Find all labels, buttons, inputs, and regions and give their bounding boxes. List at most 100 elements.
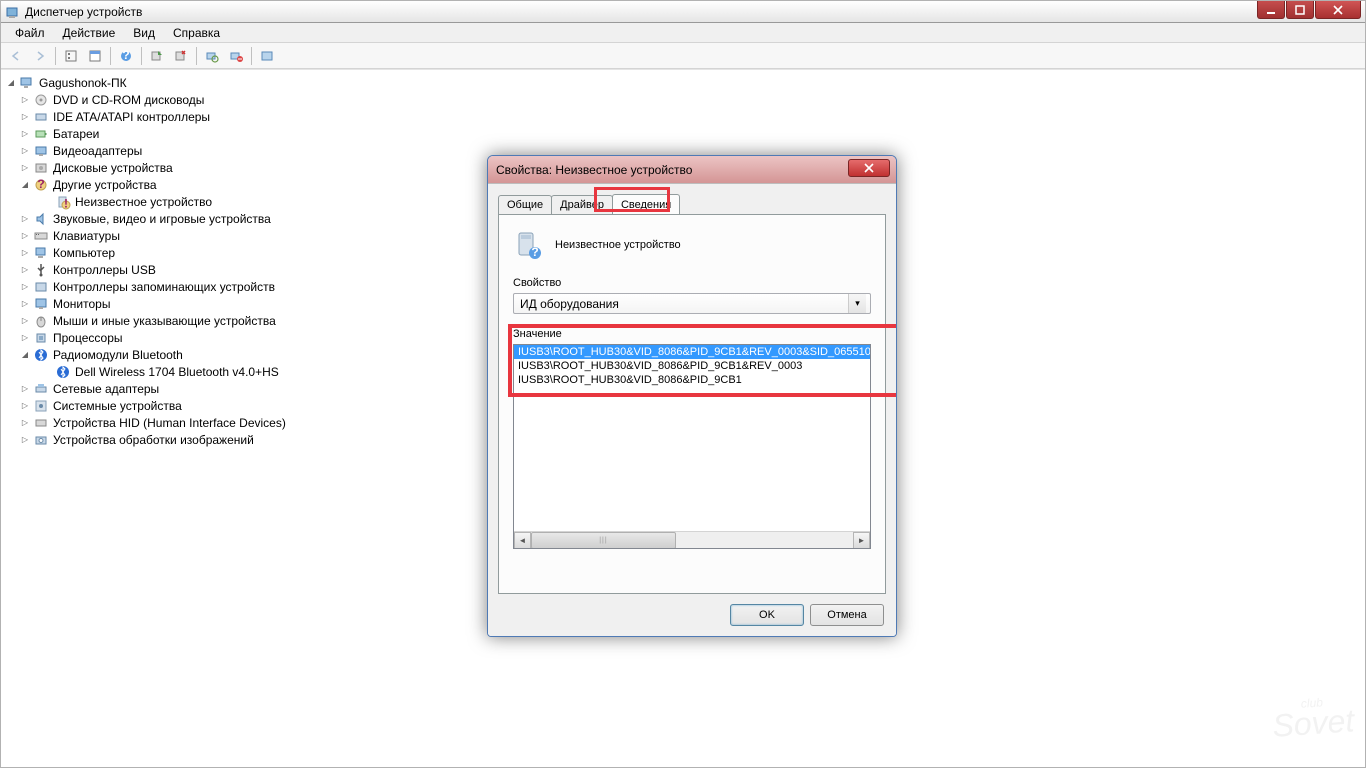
tree-root[interactable]: ◢ Gagushonok-ПК: [5, 74, 1361, 91]
toolbar-separator: [196, 47, 197, 65]
expand-icon[interactable]: ▷: [19, 315, 31, 327]
expand-icon[interactable]: ▷: [19, 264, 31, 276]
tree-category-label: Дисковые устройства: [53, 161, 173, 175]
toolbar-separator: [251, 47, 252, 65]
horizontal-scrollbar[interactable]: ◄ ►: [514, 531, 870, 548]
tab-general[interactable]: Общие: [498, 195, 552, 214]
titlebar[interactable]: Диспетчер устройств: [1, 1, 1365, 23]
toolbar-view-button[interactable]: [60, 45, 82, 67]
tree-device-label: Dell Wireless 1704 Bluetooth v4.0+HS: [75, 365, 279, 379]
expand-icon[interactable]: ▷: [19, 298, 31, 310]
expand-icon[interactable]: ▷: [19, 247, 31, 259]
menu-help[interactable]: Справка: [165, 24, 228, 42]
expand-icon[interactable]: ▷: [19, 94, 31, 106]
cancel-button[interactable]: Отмена: [810, 604, 884, 626]
expand-icon[interactable]: ▷: [19, 400, 31, 412]
other-icon: ?: [33, 177, 49, 193]
tree-category-label: Звуковые, видео и игровые устройства: [53, 212, 271, 226]
tree-category[interactable]: ▷ DVD и CD-ROM дисководы: [5, 91, 1361, 108]
disc-icon: [33, 92, 49, 108]
expand-icon[interactable]: ▷: [19, 111, 31, 123]
toolbar-separator: [110, 47, 111, 65]
collapse-icon[interactable]: ◢: [5, 77, 17, 89]
expand-icon[interactable]: ▷: [19, 383, 31, 395]
expand-icon[interactable]: ▷: [19, 281, 31, 293]
tree-category-label: Устройства обработки изображений: [53, 433, 254, 447]
property-selected-value: ИД оборудования: [520, 297, 619, 311]
minimize-button[interactable]: [1257, 1, 1285, 19]
tab-driver[interactable]: Драйвер: [551, 195, 613, 214]
close-button[interactable]: [1315, 1, 1361, 19]
toolbar-separator: [141, 47, 142, 65]
hardware-id-value[interactable]: IUSB3\ROOT_HUB30&VID_8086&PID_9CB1: [514, 373, 870, 387]
tree-device-label: Неизвестное устройство: [75, 195, 212, 209]
expand-icon[interactable]: ▷: [19, 213, 31, 225]
scroll-right-button[interactable]: ►: [853, 532, 870, 549]
unknown-icon: !: [55, 194, 71, 210]
tree-category-label: IDE ATA/ATAPI контроллеры: [53, 110, 210, 124]
tree-category-label: Контроллеры запоминающих устройств: [53, 280, 275, 294]
ide-icon: [33, 109, 49, 125]
value-listbox[interactable]: IUSB3\ROOT_HUB30&VID_8086&PID_9CB1&REV_0…: [513, 344, 871, 549]
expand-icon[interactable]: ▷: [19, 128, 31, 140]
properties-dialog: Свойства: Неизвестное устройство Общие Д…: [487, 155, 897, 637]
bluetooth-icon: [33, 347, 49, 363]
menubar: Файл Действие Вид Справка: [1, 23, 1365, 43]
dialog-close-button[interactable]: [848, 159, 890, 177]
tree-category-label: Процессоры: [53, 331, 123, 345]
expand-icon[interactable]: ▷: [19, 230, 31, 242]
tree-category-label: Мыши и иные указывающие устройства: [53, 314, 276, 328]
toolbar-scan-button[interactable]: [201, 45, 223, 67]
device-name: Неизвестное устройство: [555, 239, 681, 251]
usb-icon: [33, 262, 49, 278]
tree-category-label: Мониторы: [53, 297, 110, 311]
device-icon: ?: [513, 229, 545, 261]
toolbar-help-button[interactable]: ?: [115, 45, 137, 67]
hid-icon: [33, 415, 49, 431]
tree-category-label: DVD и CD-ROM дисководы: [53, 93, 204, 107]
expand-icon[interactable]: ▷: [19, 417, 31, 429]
toolbar-separator: [55, 47, 56, 65]
expand-icon[interactable]: ▷: [19, 145, 31, 157]
tree-category-label: Клавиатуры: [53, 229, 120, 243]
computer-icon: [33, 245, 49, 261]
tab-details[interactable]: Сведения: [612, 194, 680, 214]
window-title: Диспетчер устройств: [25, 5, 1361, 19]
monitor-icon: [33, 296, 49, 312]
ok-button[interactable]: OK: [730, 604, 804, 626]
tree-category-label: Контроллеры USB: [53, 263, 156, 277]
toolbar-update-button[interactable]: [146, 45, 168, 67]
menu-file[interactable]: Файл: [7, 24, 53, 42]
system-icon: [33, 398, 49, 414]
tree-category-label: Системные устройства: [53, 399, 182, 413]
tree-category-label: Устройства HID (Human Interface Devices): [53, 416, 286, 430]
expand-icon[interactable]: ▷: [19, 434, 31, 446]
expand-icon[interactable]: ▷: [19, 162, 31, 174]
computer-icon: [19, 75, 35, 91]
tree-category[interactable]: ▷ IDE ATA/ATAPI контроллеры: [5, 108, 1361, 125]
tree-category[interactable]: ▷ Батареи: [5, 125, 1361, 142]
expand-icon[interactable]: ◢: [19, 349, 31, 361]
tree-category-label: Батареи: [53, 127, 99, 141]
svg-text:?: ?: [531, 245, 538, 259]
property-dropdown[interactable]: ИД оборудования: [513, 293, 871, 314]
scroll-thumb[interactable]: [531, 532, 676, 549]
expand-icon[interactable]: ◢: [19, 179, 31, 191]
hardware-id-value[interactable]: IUSB3\ROOT_HUB30&VID_8086&PID_9CB1&REV_0…: [514, 345, 870, 359]
menu-action[interactable]: Действие: [55, 24, 124, 42]
dialog-footer: OK Отмена: [498, 604, 886, 626]
scroll-left-button[interactable]: ◄: [514, 532, 531, 549]
menu-view[interactable]: Вид: [125, 24, 163, 42]
toolbar-uninstall-button[interactable]: [170, 45, 192, 67]
battery-icon: [33, 126, 49, 142]
network-icon: [33, 381, 49, 397]
toolbar-legacy-button[interactable]: [256, 45, 278, 67]
dialog-body: Общие Драйвер Сведения ? Неизвестное уст…: [488, 184, 896, 636]
scroll-track[interactable]: [531, 532, 853, 549]
expand-icon[interactable]: ▷: [19, 332, 31, 344]
maximize-button[interactable]: [1286, 1, 1314, 19]
hardware-id-value[interactable]: IUSB3\ROOT_HUB30&VID_8086&PID_9CB1&REV_0…: [514, 359, 870, 373]
toolbar-properties-button[interactable]: [84, 45, 106, 67]
toolbar-disable-button[interactable]: [225, 45, 247, 67]
dialog-titlebar[interactable]: Свойства: Неизвестное устройство: [488, 156, 896, 184]
